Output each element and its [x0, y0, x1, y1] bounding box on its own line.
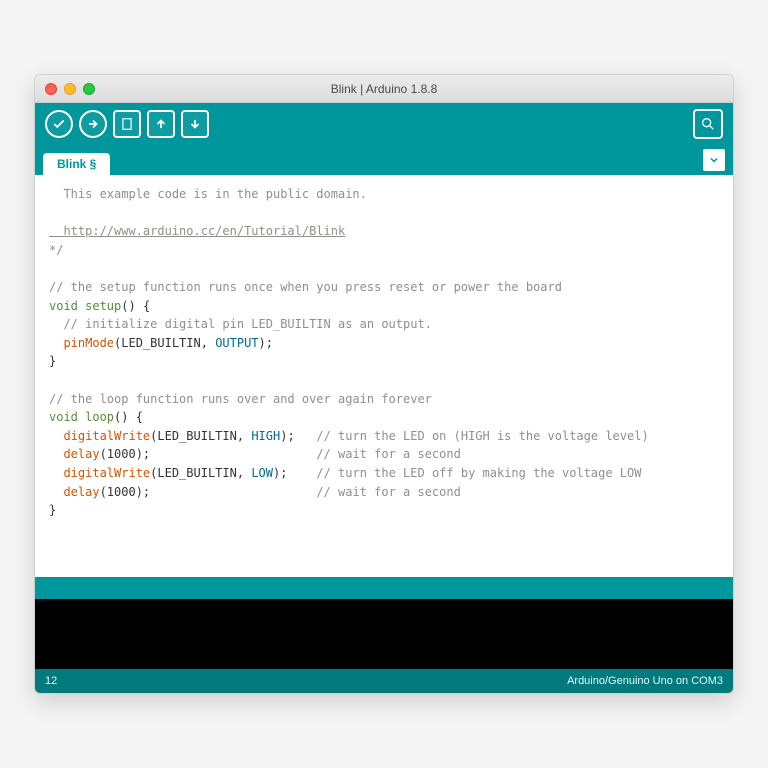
code-comment: // turn the LED off by making the voltag… [287, 466, 641, 480]
tab-blink[interactable]: Blink § [43, 153, 110, 175]
code-call: delay [49, 447, 100, 461]
serial-monitor-button[interactable] [693, 109, 723, 139]
window-controls [45, 83, 95, 95]
verify-button[interactable] [45, 110, 73, 138]
code-punct: () { [114, 410, 143, 424]
save-sketch-button[interactable] [181, 110, 209, 138]
console-output[interactable] [35, 599, 733, 669]
zoom-icon[interactable] [83, 83, 95, 95]
chevron-down-icon [708, 154, 720, 166]
app-window: Blink | Arduino 1.8.8 Blink § This exa [34, 74, 734, 694]
code-line: */ [49, 243, 63, 257]
code-comment: // wait for a second [150, 447, 461, 461]
toolbar [35, 103, 733, 145]
code-punct: ); [259, 336, 273, 350]
magnifier-icon [700, 116, 716, 132]
code-line: http://www.arduino.cc/en/Tutorial/Blink [49, 224, 345, 238]
code-comment: // wait for a second [150, 485, 461, 499]
code-comment: // turn the LED on (HIGH is the voltage … [295, 429, 649, 443]
code-line: // the loop function runs over and over … [49, 392, 432, 406]
new-sketch-button[interactable] [113, 110, 141, 138]
code-args: (LED_BUILTIN, [150, 429, 251, 443]
code-call: delay [49, 485, 100, 499]
tab-menu-button[interactable] [703, 149, 725, 171]
code-call: digitalWrite [49, 429, 150, 443]
code-punct: () { [121, 299, 150, 313]
arrow-down-icon [188, 117, 202, 131]
code-const: OUTPUT [215, 336, 258, 350]
code-fn: setup [78, 299, 121, 313]
code-const: HIGH [251, 429, 280, 443]
status-bar [35, 577, 733, 599]
code-punct: ); [280, 429, 294, 443]
arrow-right-icon [86, 117, 100, 131]
close-icon[interactable] [45, 83, 57, 95]
line-number: 12 [45, 675, 57, 687]
code-const: LOW [251, 466, 273, 480]
minimize-icon[interactable] [64, 83, 76, 95]
footer-bar: 12 Arduino/Genuino Uno on COM3 [35, 669, 733, 693]
upload-button[interactable] [79, 110, 107, 138]
code-line: // the setup function runs once when you… [49, 280, 562, 294]
code-args: (LED_BUILTIN, [150, 466, 251, 480]
code-editor[interactable]: This example code is in the public domai… [35, 175, 733, 577]
board-info: Arduino/Genuino Uno on COM3 [567, 675, 723, 687]
code-line: } [49, 503, 56, 517]
code-call: pinMode [49, 336, 114, 350]
titlebar: Blink | Arduino 1.8.8 [35, 75, 733, 103]
open-sketch-button[interactable] [147, 110, 175, 138]
code-punct: ); [273, 466, 287, 480]
tab-label: Blink § [57, 157, 96, 171]
code-args: (1000); [100, 447, 151, 461]
arrow-up-icon [154, 117, 168, 131]
code-call: digitalWrite [49, 466, 150, 480]
code-line: // initialize digital pin LED_BUILTIN as… [49, 317, 432, 331]
check-icon [52, 117, 66, 131]
code-keyword: void [49, 299, 78, 313]
code-line: } [49, 354, 56, 368]
code-fn: loop [78, 410, 114, 424]
code-args: (1000); [100, 485, 151, 499]
code-args: (LED_BUILTIN, [114, 336, 215, 350]
window-title: Blink | Arduino 1.8.8 [35, 82, 733, 96]
code-keyword: void [49, 410, 78, 424]
code-line: This example code is in the public domai… [49, 187, 367, 201]
file-icon [120, 117, 134, 131]
tab-bar: Blink § [35, 145, 733, 175]
